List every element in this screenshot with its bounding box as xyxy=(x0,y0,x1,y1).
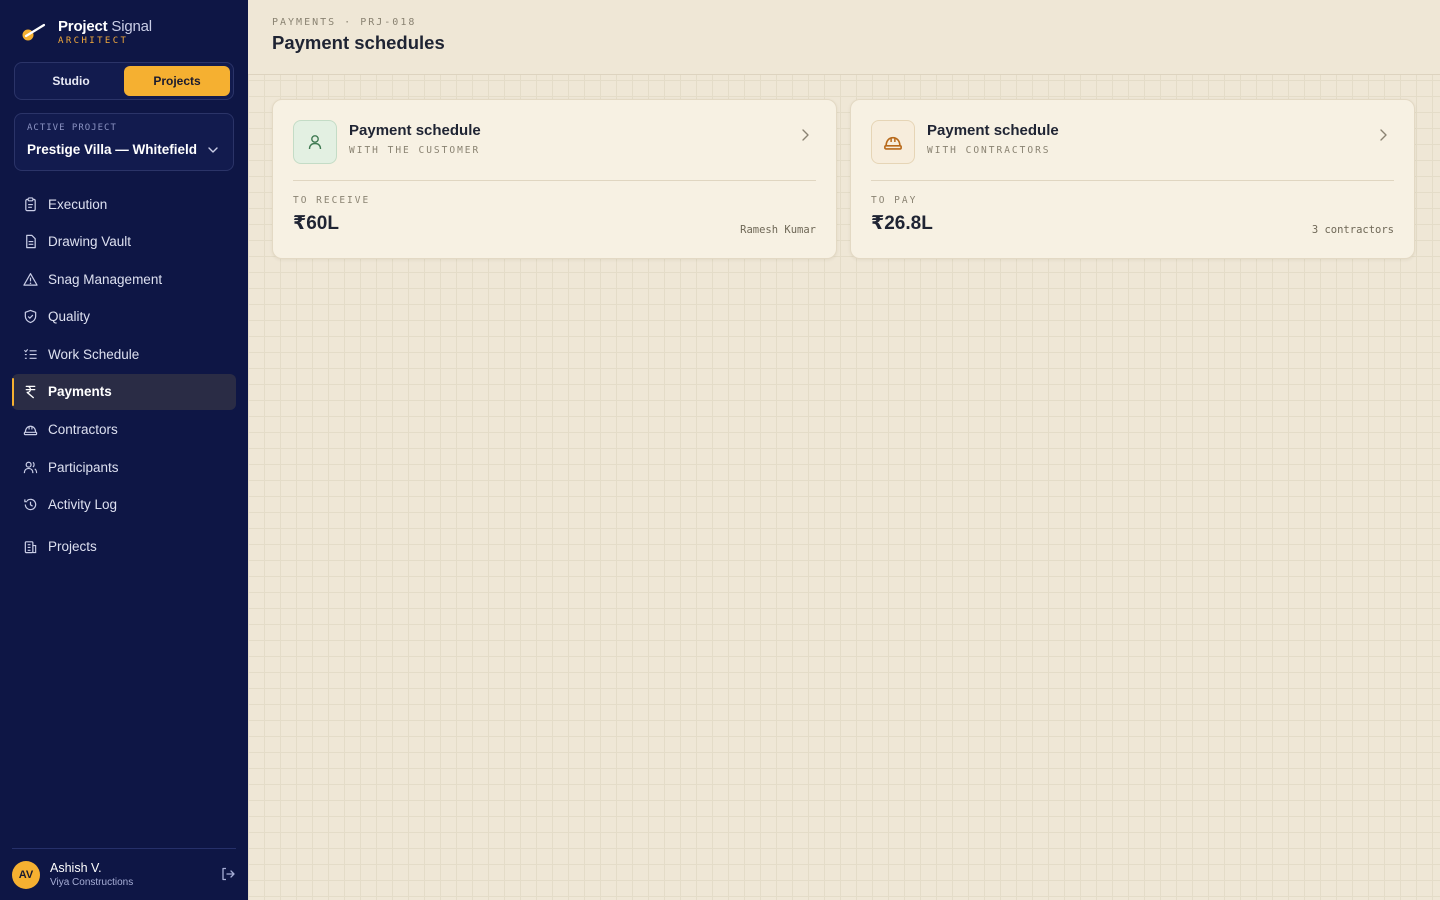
history-icon xyxy=(22,497,38,513)
warning-triangle-icon xyxy=(22,271,38,287)
projects-tab[interactable]: Projects xyxy=(124,66,230,96)
brand-logo-icon xyxy=(22,23,46,41)
page-title: Payment schedules xyxy=(272,32,445,53)
customer-payment-schedule-card[interactable]: Payment schedule WITH THE CUSTOMER TO RE… xyxy=(272,99,837,259)
hard-hat-icon xyxy=(22,422,38,438)
card-divider xyxy=(293,180,816,181)
sidebar: Project Signal ARCHITECT Studio Projects… xyxy=(0,0,248,900)
sidebar-item-label: Projects xyxy=(48,538,97,554)
sidebar-item-work-schedule[interactable]: Work Schedule xyxy=(12,336,236,372)
brand-subtitle: ARCHITECT xyxy=(58,35,129,46)
brand-name: Project Signal xyxy=(58,17,152,35)
sidebar-item-projects[interactable]: Projects xyxy=(12,528,236,564)
sidebar-item-participants[interactable]: Participants xyxy=(12,449,236,485)
sidebar-item-quality[interactable]: Quality xyxy=(12,299,236,335)
sidebar-item-drawing-vault[interactable]: Drawing Vault xyxy=(12,224,236,260)
card-title: Payment schedule xyxy=(927,122,1059,139)
breadcrumb: PAYMENTS · PRJ-018 xyxy=(272,17,417,28)
sidebar-item-contractors[interactable]: Contractors xyxy=(12,412,236,448)
studio-tab[interactable]: Studio xyxy=(18,66,124,96)
active-project-label: ACTIVE PROJECT xyxy=(27,123,117,133)
logout-icon[interactable] xyxy=(220,866,236,882)
brand[interactable]: Project Signal ARCHITECT xyxy=(20,16,152,48)
card-divider xyxy=(871,180,1394,181)
contractor-count: 3 contractors xyxy=(1311,224,1394,236)
active-project-selector[interactable]: ACTIVE PROJECT Prestige Villa — Whitefie… xyxy=(14,113,234,171)
active-project-name: Prestige Villa — Whitefield xyxy=(27,142,198,157)
user-organization: Viya Constructions xyxy=(50,877,134,888)
sidebar-nav: Execution Drawing Vault Snag Management … xyxy=(12,186,236,566)
document-icon xyxy=(22,234,38,250)
shield-check-icon xyxy=(22,309,38,325)
building-icon xyxy=(22,538,38,554)
sidebar-item-label: Execution xyxy=(48,196,108,212)
hard-hat-icon xyxy=(871,120,915,164)
users-icon xyxy=(22,459,38,475)
chevron-right-icon xyxy=(1380,129,1387,141)
user-name: Ashish V. xyxy=(50,861,102,875)
contractor-payment-schedule-card[interactable]: Payment schedule WITH CONTRACTORS TO PAY… xyxy=(850,99,1415,259)
sidebar-item-label: Participants xyxy=(48,459,119,475)
mode-switch: Studio Projects xyxy=(14,62,234,100)
sidebar-item-label: Drawing Vault xyxy=(48,234,132,250)
card-subtitle: WITH THE CUSTOMER xyxy=(349,145,481,156)
sidebar-item-label: Contractors xyxy=(48,422,118,438)
user-profile[interactable]: AV Ashish V. Viya Constructions xyxy=(12,848,236,900)
sidebar-item-label: Activity Log xyxy=(48,497,118,513)
page-header: PAYMENTS · PRJ-018 Payment schedules xyxy=(248,0,1440,75)
sidebar-item-activity-log[interactable]: Activity Log xyxy=(12,487,236,523)
chevron-right-icon xyxy=(802,129,809,141)
sidebar-item-label: Quality xyxy=(48,309,91,325)
rupee-icon xyxy=(22,384,38,400)
sidebar-item-snag-management[interactable]: Snag Management xyxy=(12,261,236,297)
person-icon xyxy=(293,120,337,164)
main-content: PAYMENTS · PRJ-018 Payment schedules Pay… xyxy=(248,0,1440,900)
avatar: AV xyxy=(12,860,40,889)
card-title: Payment schedule xyxy=(349,122,481,139)
clipboard-icon xyxy=(22,196,38,212)
sidebar-item-execution[interactable]: Execution xyxy=(12,186,236,222)
customer-name: Ramesh Kumar xyxy=(740,224,816,236)
sidebar-item-label: Payments xyxy=(48,384,112,400)
chevron-down-icon xyxy=(208,147,218,153)
sidebar-item-label: Snag Management xyxy=(48,271,163,287)
amount-label: TO RECEIVE xyxy=(293,195,371,206)
amount-value: ₹60L xyxy=(293,213,339,234)
amount-value: ₹26.8L xyxy=(871,213,933,234)
sidebar-item-label: Work Schedule xyxy=(48,346,140,362)
sidebar-item-payments[interactable]: Payments xyxy=(12,373,236,410)
amount-label: TO PAY xyxy=(871,195,918,206)
checklist-icon xyxy=(22,346,38,362)
card-subtitle: WITH CONTRACTORS xyxy=(927,145,1051,156)
